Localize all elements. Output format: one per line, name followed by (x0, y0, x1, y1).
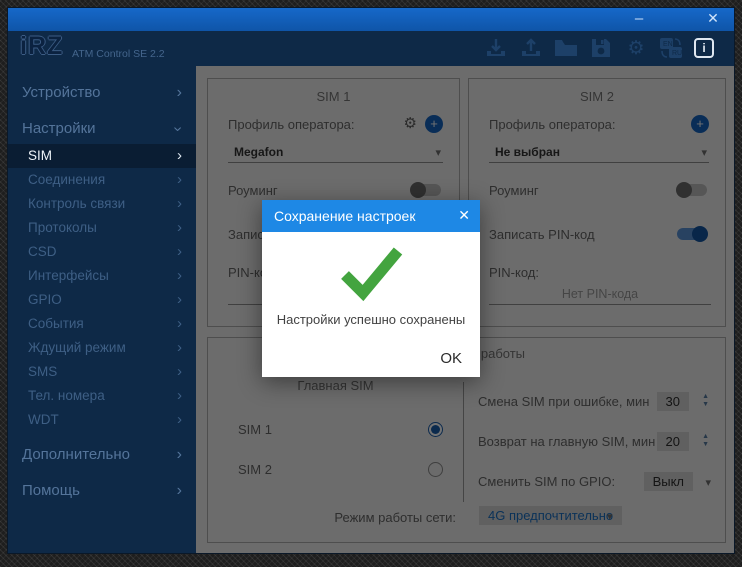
info-icon[interactable]: i (694, 38, 714, 58)
sidebar-item-device[interactable]: Устройство (8, 78, 196, 108)
minimize-button[interactable]: – (626, 8, 652, 31)
settings-gear-icon[interactable]: ⚙ (624, 37, 648, 59)
sidebar-item-label: SIM (28, 148, 52, 163)
chevron-right-icon (177, 240, 182, 264)
close-button[interactable]: ✕ (700, 8, 726, 31)
chevron-down-icon (162, 126, 192, 131)
sidebar-item-sms[interactable]: SMS (8, 360, 196, 384)
sidebar-item-additional[interactable]: Дополнительно (8, 440, 196, 470)
sidebar-item-label: Тел. номера (28, 388, 105, 403)
open-folder-icon[interactable] (554, 37, 578, 59)
chevron-right-icon (177, 408, 182, 432)
chevron-right-icon (177, 216, 182, 240)
sidebar-item-sim[interactable]: SIM (8, 144, 196, 168)
sidebar-item-link-control[interactable]: Контроль связи (8, 192, 196, 216)
sidebar-item-label: GPIO (28, 292, 62, 307)
sidebar-item-settings[interactable]: Настройки (8, 114, 196, 144)
sidebar-item-phone-numbers[interactable]: Тел. номера (8, 384, 196, 408)
app-header: iRZ ATM Control SE 2.2 ⚙ EN RU (8, 31, 734, 66)
upload-icon[interactable] (519, 37, 543, 59)
svg-text:RU: RU (672, 50, 682, 57)
sidebar-item-label: Настройки (22, 120, 96, 137)
sidebar-item-events[interactable]: События (8, 312, 196, 336)
download-icon[interactable] (484, 37, 508, 59)
sidebar-item-connections[interactable]: Соединения (8, 168, 196, 192)
sidebar-item-label: Дополнительно (22, 446, 130, 463)
sidebar-nav: Устройство Настройки SIM Соединения Конт… (8, 66, 196, 553)
save-icon[interactable] (589, 37, 613, 59)
sidebar-item-csd[interactable]: CSD (8, 240, 196, 264)
chevron-right-icon (177, 336, 182, 360)
sidebar-item-label: Помощь (22, 482, 80, 499)
app-title: ATM Control SE 2.2 (72, 48, 165, 60)
save-settings-dialog: Сохранение настроек ✕ Настройки успешно … (262, 200, 480, 377)
dialog-close-icon[interactable]: ✕ (458, 207, 470, 224)
sidebar-item-standby[interactable]: Ждущий режим (8, 336, 196, 360)
chevron-right-icon (177, 312, 182, 336)
sidebar-item-label: SMS (28, 364, 57, 379)
sidebar-item-label: CSD (28, 244, 57, 259)
sidebar-item-gpio[interactable]: GPIO (8, 288, 196, 312)
success-check-icon (336, 244, 406, 307)
chevron-right-icon (177, 168, 182, 192)
chevron-right-icon (177, 384, 182, 408)
dialog-message: Настройки успешно сохранены (262, 312, 480, 327)
chevron-right-icon (177, 360, 182, 384)
sidebar-item-label: Контроль связи (28, 196, 125, 211)
chevron-right-icon (177, 144, 182, 168)
app-window: – ✕ iRZ ATM Control SE 2.2 ⚙ (8, 8, 734, 553)
sidebar-item-wdt[interactable]: WDT (8, 408, 196, 432)
sidebar-item-label: Соединения (28, 172, 105, 187)
language-switch-icon[interactable]: EN RU (659, 37, 683, 59)
sidebar-item-interfaces[interactable]: Интерфейсы (8, 264, 196, 288)
sidebar-item-label: Протоколы (28, 220, 97, 235)
chevron-right-icon (177, 78, 182, 108)
chevron-right-icon (177, 288, 182, 312)
sidebar-item-label: Интерфейсы (28, 268, 109, 283)
chevron-right-icon (177, 192, 182, 216)
toolbar: ⚙ EN RU i (484, 37, 714, 59)
sidebar-item-label: Ждущий режим (28, 340, 126, 355)
sidebar-item-protocols[interactable]: Протоколы (8, 216, 196, 240)
dialog-header: Сохранение настроек ✕ (262, 200, 480, 232)
chevron-right-icon (177, 476, 182, 506)
dialog-ok-button[interactable]: OK (440, 350, 462, 367)
sidebar-item-label: Устройство (22, 84, 100, 101)
title-bar: – ✕ (8, 8, 734, 31)
chevron-right-icon (177, 264, 182, 288)
sidebar-item-label: WDT (28, 412, 59, 427)
chevron-right-icon (177, 440, 182, 470)
irz-logo: iRZ (20, 32, 63, 61)
svg-text:EN: EN (663, 41, 673, 48)
dialog-title: Сохранение настроек (274, 208, 415, 224)
sidebar-item-label: События (28, 316, 84, 331)
sidebar-item-help[interactable]: Помощь (8, 476, 196, 506)
desktop-background: – ✕ iRZ ATM Control SE 2.2 ⚙ (0, 0, 742, 567)
